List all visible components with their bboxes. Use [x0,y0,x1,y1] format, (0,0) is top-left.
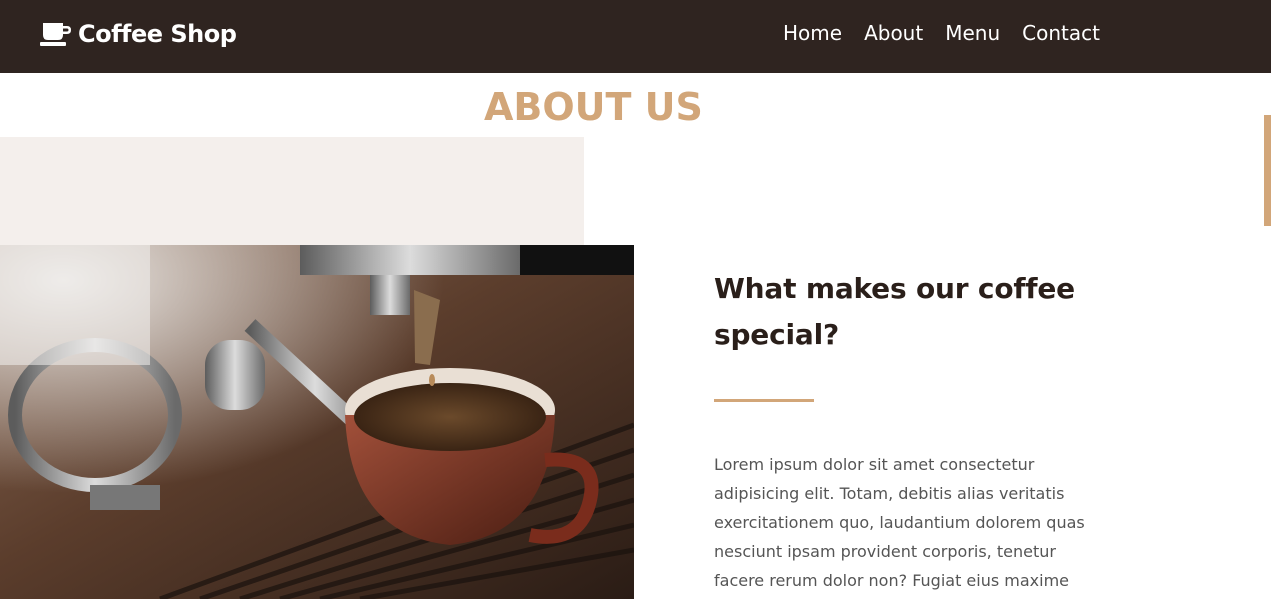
nav-link-contact[interactable]: Contact [1022,21,1100,45]
heading-divider [714,399,814,402]
nav-link-home[interactable]: Home [783,21,842,45]
nav-links: Home About Menu Contact [783,21,1122,45]
navbar: Coffee Shop Home About Menu Contact [0,0,1271,73]
about-content: What makes our coffee special? Lorem ips… [714,266,1104,599]
coffee-cup-icon [40,23,71,46]
decorative-background-block [0,137,584,245]
espresso-machine-image [0,245,634,599]
brand-name: Coffee Shop [78,20,237,48]
about-paragraph: Lorem ipsum dolor sit amet consectetur a… [714,455,1085,590]
brand-logo[interactable]: Coffee Shop [40,17,237,51]
page: Coffee Shop Home About Menu Contact ABOU… [0,0,1271,599]
nav-link-menu[interactable]: Menu [945,21,1000,45]
nav-link-about[interactable]: About [864,21,923,45]
section-heading: What makes our coffee special? [714,272,1075,351]
section-title: ABOUT US [484,85,703,129]
scrollbar-thumb[interactable] [1264,115,1271,226]
